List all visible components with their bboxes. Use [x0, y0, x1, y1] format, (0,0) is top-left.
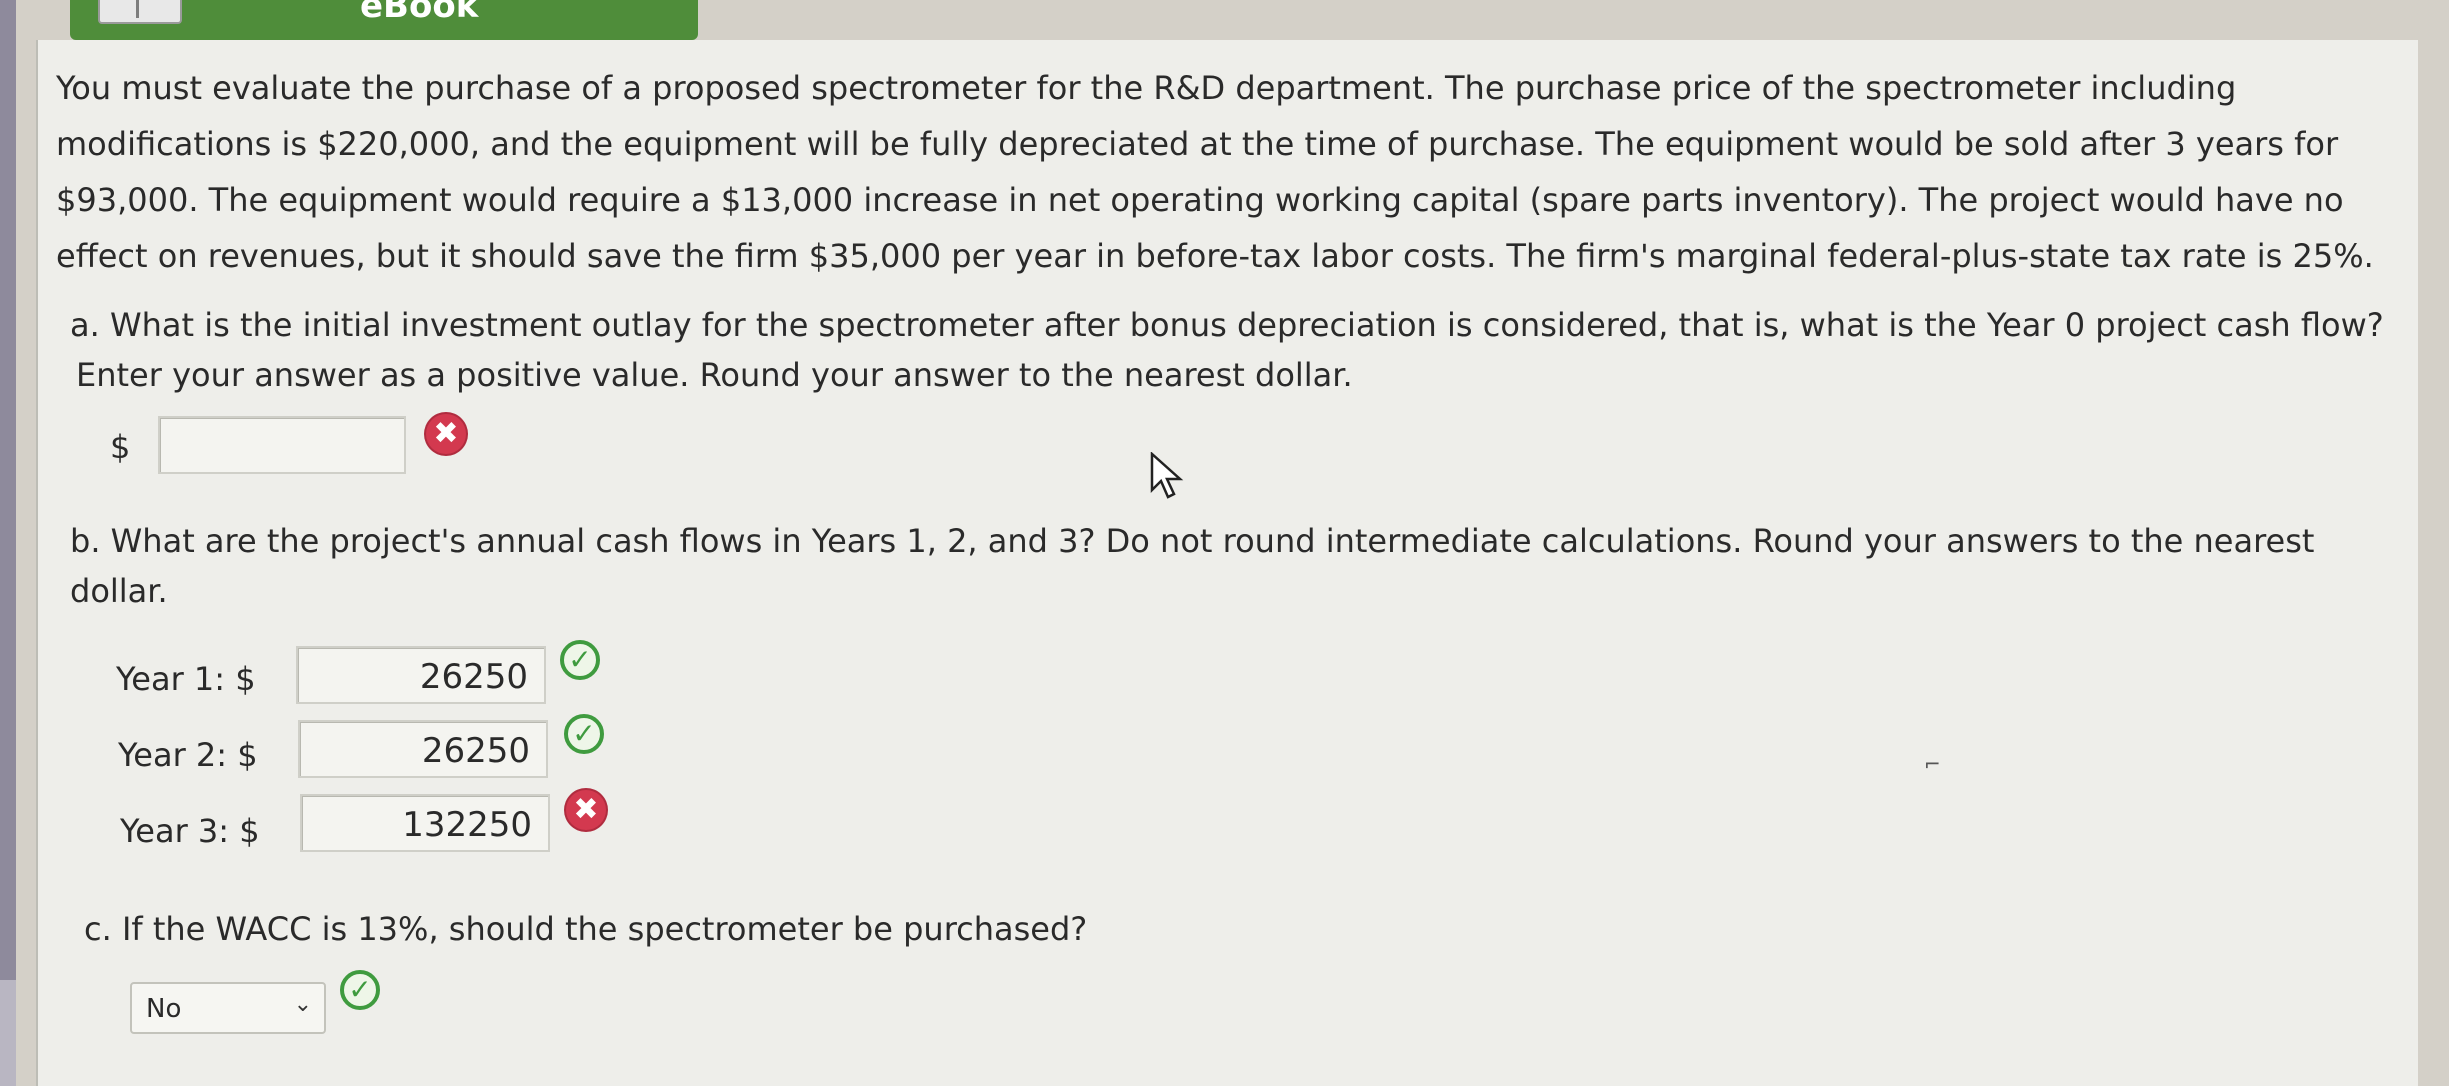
correct-check-icon: ✓: [564, 714, 604, 754]
year2-cash-flow-input[interactable]: 26250: [298, 720, 548, 778]
chevron-down-icon: ⌄: [293, 992, 312, 1017]
left-strip-highlight: [0, 980, 16, 1086]
incorrect-icon: ✖: [426, 414, 466, 454]
ebook-label: eBook: [360, 0, 479, 26]
stray-mark: ⌐: [1924, 752, 1941, 776]
mouse-cursor-icon: [1150, 452, 1184, 499]
problem-statement: You must evaluate the purchase of a prop…: [56, 69, 2374, 275]
year1-cash-flow-input[interactable]: 26250: [296, 646, 546, 704]
question-c: c. If the WACC is 13%, should the spectr…: [84, 910, 1088, 948]
correct-check-icon: ✓: [340, 970, 380, 1010]
question-b: b. What are the project's annual cash fl…: [70, 522, 2315, 610]
year2-label: Year 2: $: [118, 736, 258, 774]
select-value: No: [146, 994, 182, 1024]
year3-label: Year 3: $: [120, 812, 260, 850]
left-scroll-strip: [0, 0, 16, 1086]
purchase-decision-select[interactable]: No ⌄: [130, 982, 326, 1034]
year3-cash-flow-input[interactable]: 132250: [300, 794, 550, 852]
ebook-bar[interactable]: eBook: [70, 0, 698, 40]
currency-label-a: $: [110, 428, 131, 466]
question-a: a. What is the initial investment outlay…: [70, 306, 2384, 394]
correct-check-icon: ✓: [560, 640, 600, 680]
book-icon: [98, 0, 182, 24]
year0-cash-flow-input[interactable]: [158, 416, 406, 474]
incorrect-icon: ✖: [566, 790, 606, 830]
year1-label: Year 1: $: [116, 660, 256, 698]
